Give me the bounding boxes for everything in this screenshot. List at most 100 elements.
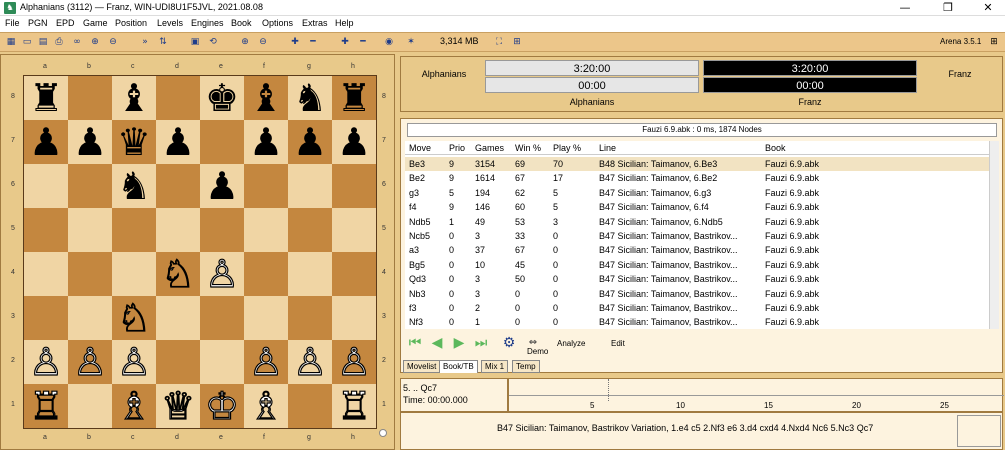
chess-piece-icon[interactable]: ♗ <box>116 383 151 428</box>
chess-piece-icon[interactable]: ♟ <box>205 164 239 208</box>
chess-board[interactable]: ♜ ♝ ♚ ♝ ♞ ♜ ♟ ♟ ♛ ♟ ♟ ♟ ♟ ♞ ♟ ♘ ♙ ♘ ♙ ♙ ♙ ♙ ♙ ♙ ♖ ♗ ♕ ♔ ♗ ♖ <box>23 75 377 429</box>
column-header[interactable]: Line <box>599 141 616 155</box>
square-h1[interactable]: ♖ <box>332 383 376 429</box>
menu-epd[interactable]: EPD <box>56 18 75 28</box>
edit-button[interactable]: Edit <box>611 339 625 348</box>
column-header[interactable]: Play % <box>553 141 581 155</box>
square-b8[interactable] <box>68 76 112 120</box>
table-row[interactable]: Ncb5 0 3 33 0 B47 Sicilian: Taimanov, Bastrik… <box>405 229 989 243</box>
rotate-icon[interactable]: ⟲ <box>206 36 220 49</box>
square-g2[interactable]: ♙ <box>288 339 332 385</box>
square-e8[interactable]: ♚ <box>200 76 244 120</box>
table-row[interactable]: Ndb5 1 49 53 3 B47 Sicilian: Taimanov, 6.Ndb5… <box>405 214 989 229</box>
chess-piece-icon[interactable]: ♕ <box>160 383 195 428</box>
menu-levels[interactable]: Levels <box>157 18 183 28</box>
infinity-icon[interactable]: ∞ <box>70 36 84 49</box>
square-d4[interactable]: ♘ <box>156 251 200 297</box>
pgn-remove-icon[interactable]: ━ <box>306 36 320 49</box>
square-b5[interactable] <box>68 208 112 252</box>
square-h5[interactable] <box>332 208 376 252</box>
chess-piece-icon[interactable]: ♙ <box>204 251 239 296</box>
column-header[interactable]: Prio <box>449 141 465 155</box>
table-row[interactable]: Nf3 0 1 0 0 B47 Sicilian: Taimanov, Bastrikov… <box>405 315 989 329</box>
prev-move-icon[interactable]: ◀ <box>429 335 445 351</box>
chess-piece-icon[interactable]: ♙ <box>292 339 327 384</box>
column-header[interactable]: Move <box>409 141 431 155</box>
square-h6[interactable] <box>332 164 376 208</box>
chess-piece-icon[interactable]: ♞ <box>293 76 327 120</box>
pgn-add-icon[interactable]: ✚ <box>288 36 302 49</box>
square-g6[interactable] <box>288 164 332 208</box>
chess-piece-icon[interactable]: ♝ <box>117 76 151 120</box>
add-level-icon[interactable]: ⊕ <box>88 36 102 49</box>
square-d7[interactable]: ♟ <box>156 120 200 164</box>
table-row[interactable]: Be2 9 1614 67 17 B47 Sicilian: Taimanov, 6.Be… <box>405 171 989 186</box>
square-f4[interactable] <box>244 252 288 296</box>
fullscreen-icon[interactable]: ⛶ <box>492 36 506 49</box>
square-h8[interactable]: ♜ <box>332 76 376 120</box>
chess-piece-icon[interactable]: ♟ <box>293 120 327 164</box>
square-d8[interactable] <box>156 76 200 120</box>
menu-options[interactable]: Options <box>262 18 293 28</box>
square-f6[interactable] <box>244 164 288 208</box>
table-row[interactable]: Nb3 0 3 0 0 B47 Sicilian: Taimanov, Bastrikov… <box>405 286 989 301</box>
square-b2[interactable]: ♙ <box>68 339 112 385</box>
chess-piece-icon[interactable]: ♙ <box>116 339 151 384</box>
engine-icon[interactable]: ◉ <box>382 36 396 49</box>
square-b4[interactable] <box>68 252 112 296</box>
chess-piece-icon[interactable]: ♟ <box>29 120 63 164</box>
square-d6[interactable] <box>156 164 200 208</box>
chess-piece-icon[interactable]: ♙ <box>248 339 283 384</box>
chess-piece-icon[interactable]: ♙ <box>72 339 107 384</box>
chess-piece-icon[interactable]: ♞ <box>117 164 151 208</box>
minimize-button[interactable]: — <box>885 0 925 16</box>
print-icon[interactable]: ⎙ <box>52 36 66 49</box>
square-e6[interactable]: ♟ <box>200 164 244 208</box>
square-a8[interactable]: ♜ <box>24 76 68 120</box>
chess-piece-icon[interactable]: ♙ <box>28 339 63 384</box>
menu-engines[interactable]: Engines <box>191 18 224 28</box>
tab-movelist[interactable]: Movelist <box>403 360 441 373</box>
zoom-in-icon[interactable]: ⊕ <box>238 36 252 49</box>
epd-add-icon[interactable]: ✚ <box>338 36 352 49</box>
remove-level-icon[interactable]: ⊖ <box>106 36 120 49</box>
last-move-icon[interactable]: ⏭ <box>473 335 489 351</box>
square-d5[interactable] <box>156 208 200 252</box>
square-c3[interactable]: ♘ <box>112 295 156 341</box>
square-c5[interactable] <box>112 208 156 252</box>
chess-piece-icon[interactable]: ♔ <box>204 383 239 428</box>
zoom-out-icon[interactable]: ⊖ <box>256 36 270 49</box>
table-row[interactable]: f3 0 2 0 0 B47 Sicilian: Taimanov, Bastrikov.… <box>405 301 989 315</box>
menu-extras[interactable]: Extras <box>302 18 328 28</box>
square-e1[interactable]: ♔ <box>200 383 244 429</box>
square-g3[interactable] <box>288 296 332 340</box>
dgt-icon[interactable]: ✶ <box>402 36 420 49</box>
table-row[interactable]: f4 9 146 60 5 B47 Sicilian: Taimanov, 6.f4 Fau… <box>405 200 989 215</box>
analyze-button[interactable]: Analyze <box>557 339 585 348</box>
column-header[interactable]: Win % <box>515 141 541 155</box>
flip-icon[interactable]: ⇅ <box>156 36 170 49</box>
square-a4[interactable] <box>24 252 68 296</box>
chess-piece-icon[interactable]: ♜ <box>337 76 371 120</box>
chess-piece-icon[interactable]: ♟ <box>249 120 283 164</box>
square-e5[interactable] <box>200 208 244 252</box>
square-c1[interactable]: ♗ <box>112 383 156 429</box>
square-f5[interactable] <box>244 208 288 252</box>
menu-help[interactable]: Help <box>335 18 354 28</box>
square-g5[interactable] <box>288 208 332 252</box>
square-c2[interactable]: ♙ <box>112 339 156 385</box>
tab-book-tb[interactable]: Book/TB <box>439 360 478 373</box>
square-e2[interactable] <box>200 340 244 384</box>
chess-piece-icon[interactable]: ♘ <box>160 251 195 296</box>
chess-piece-icon[interactable]: ♟ <box>161 120 195 164</box>
chess-piece-icon[interactable]: ♛ <box>117 120 151 164</box>
chess-piece-icon[interactable]: ♝ <box>249 76 283 120</box>
square-e3[interactable] <box>200 296 244 340</box>
table-row[interactable]: a3 0 37 67 0 B47 Sicilian: Taimanov, Bastriko… <box>405 243 989 258</box>
maximize-button[interactable]: ❐ <box>928 0 968 16</box>
position-icon[interactable]: ▣ <box>188 36 202 49</box>
save-icon[interactable]: ▤ <box>36 36 50 49</box>
square-f3[interactable] <box>244 296 288 340</box>
chess-piece-icon[interactable]: ♜ <box>29 76 63 120</box>
next-move-icon[interactable]: ▶ <box>451 335 467 351</box>
